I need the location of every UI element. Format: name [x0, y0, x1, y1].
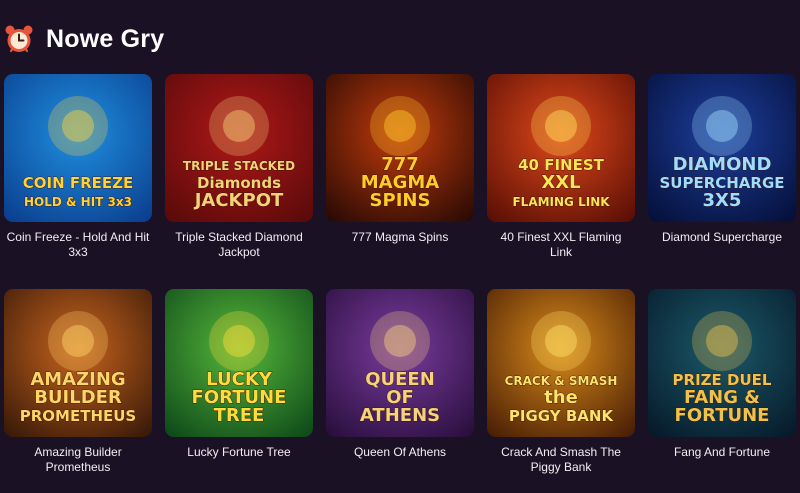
game-card-crack-and-smash-the-piggy-bank[interactable]: CRACK & SMASH the PIGGY BANK Crack And Sma…: [487, 289, 635, 493]
game-title[interactable]: Amazing Builder Prometheus: [4, 445, 152, 475]
logo-text: JACKPOT: [193, 190, 284, 211]
game-title[interactable]: Coin Freeze - Hold And Hit 3x3: [4, 230, 152, 260]
logo-text: 3X5: [703, 190, 742, 211]
game-card-amazing-builder-prometheus[interactable]: AMAZING BUILDER PROMETHEUS Amazing Builder…: [4, 289, 152, 493]
game-key-art: LUCKYFORTUNETREE: [165, 289, 313, 437]
logo-text: PROMETHEUS: [20, 407, 136, 425]
game-key-art: AMAZINGBUILDERPROMETHEUS: [4, 289, 152, 437]
game-key-art: CRACK & SMASHthePIGGY BANK: [487, 289, 635, 437]
game-thumbnail[interactable]: AMAZING BUILDER PROMETHEUS: [4, 289, 152, 437]
game-title[interactable]: Crack And Smash The Piggy Bank: [487, 445, 635, 475]
logo-text: XXL: [541, 172, 580, 193]
logo-text: TREE: [214, 405, 265, 426]
game-card-triple-stacked-diamond-jackpot[interactable]: TRIPLE STACKED Diamonds JACKPOT Triple Sta…: [165, 74, 313, 289]
logo-text: DIAMOND: [673, 154, 772, 175]
game-card-coin-freeze[interactable]: COIN FREEZE HOLD & HIT 3x3 Coin Freeze - …: [4, 74, 152, 289]
game-thumbnail[interactable]: TRIPLE STACKED Diamonds JACKPOT: [165, 74, 313, 222]
game-thumbnail[interactable]: DIAMOND SUPERCHARGE 3X5: [648, 74, 796, 222]
games-grid: COIN FREEZE HOLD & HIT 3x3 Coin Freeze - …: [4, 74, 800, 493]
game-thumbnail[interactable]: 40 FINEST XXL FLAMING LINK: [487, 74, 635, 222]
logo-text: ATHENS: [360, 405, 440, 426]
section-header: Nowe Gry: [4, 22, 164, 56]
games-row-2: AMAZING BUILDER PROMETHEUS Amazing Builder…: [4, 289, 800, 493]
logo-text: the: [544, 387, 578, 408]
game-thumbnail[interactable]: COIN FREEZE HOLD & HIT 3x3: [4, 74, 152, 222]
game-card-queen-of-athens[interactable]: QUEEN OF ATHENS Queen Of Athens: [326, 289, 474, 493]
game-thumbnail[interactable]: LUCKY FORTUNE TREE: [165, 289, 313, 437]
logo-text: BUILDER: [34, 387, 122, 408]
game-title[interactable]: 777 Magma Spins: [326, 230, 474, 245]
alarm-clock-icon: [5, 25, 33, 53]
new-games-section: Nowe Gry COIN FREEZE HOLD & HIT 3x3 Coin …: [0, 0, 800, 493]
game-title[interactable]: 40 Finest XXL Flaming Link: [487, 230, 635, 260]
game-key-art: 777MAGMASPINS: [326, 74, 474, 222]
game-card-diamond-supercharge[interactable]: DIAMOND SUPERCHARGE 3X5 Diamond Supercharg…: [648, 74, 796, 289]
game-key-art: 40 FINESTXXLFLAMING LINK: [487, 74, 635, 222]
logo-text: HOLD & HIT 3x3: [24, 195, 132, 209]
game-thumbnail[interactable]: QUEEN OF ATHENS: [326, 289, 474, 437]
logo-text: COIN FREEZE: [23, 174, 134, 192]
logo-text: SPINS: [370, 190, 431, 211]
game-title[interactable]: Fang And Fortune: [648, 445, 796, 460]
game-title[interactable]: Diamond Supercharge: [648, 230, 796, 245]
game-key-art: DIAMONDSUPERCHARGE3X5: [648, 74, 796, 222]
game-card-lucky-fortune-tree[interactable]: LUCKY FORTUNE TREE Lucky Fortune Tree: [165, 289, 313, 493]
logo-text: PIGGY BANK: [509, 407, 615, 425]
logo-text: CRACK & SMASH: [505, 374, 618, 388]
game-title[interactable]: Lucky Fortune Tree: [165, 445, 313, 460]
game-key-art: QUEENOFATHENS: [326, 289, 474, 437]
game-key-art: PRIZE DUELFANG &FORTUNE: [648, 289, 796, 437]
game-title[interactable]: Queen Of Athens: [326, 445, 474, 460]
game-thumbnail[interactable]: 777 MAGMA SPINS: [326, 74, 474, 222]
game-card-777-magma-spins[interactable]: 777 MAGMA SPINS 777 Magma Spins: [326, 74, 474, 289]
logo-text: FORTUNE: [675, 405, 770, 426]
game-key-art: COIN FREEZE HOLD & HIT 3x3: [4, 74, 152, 222]
logo-text: FLAMING LINK: [512, 195, 610, 209]
logo-text: TRIPLE STACKED: [183, 159, 295, 173]
game-title[interactable]: Triple Stacked Diamond Jackpot: [165, 230, 313, 260]
games-row-1: COIN FREEZE HOLD & HIT 3x3 Coin Freeze - …: [4, 74, 800, 289]
game-thumbnail[interactable]: PRIZE DUEL FANG & FORTUNE: [648, 289, 796, 437]
game-card-40-finest-xxl-flaming-link[interactable]: 40 FINEST XXL FLAMING LINK 40 Finest XXL F…: [487, 74, 635, 289]
game-thumbnail[interactable]: CRACK & SMASH the PIGGY BANK: [487, 289, 635, 437]
game-card-fang-and-fortune[interactable]: PRIZE DUEL FANG & FORTUNE Fang And Fortune: [648, 289, 796, 493]
game-key-art: TRIPLE STACKEDDiamondsJACKPOT: [165, 74, 313, 222]
section-title: Nowe Gry: [46, 24, 165, 53]
